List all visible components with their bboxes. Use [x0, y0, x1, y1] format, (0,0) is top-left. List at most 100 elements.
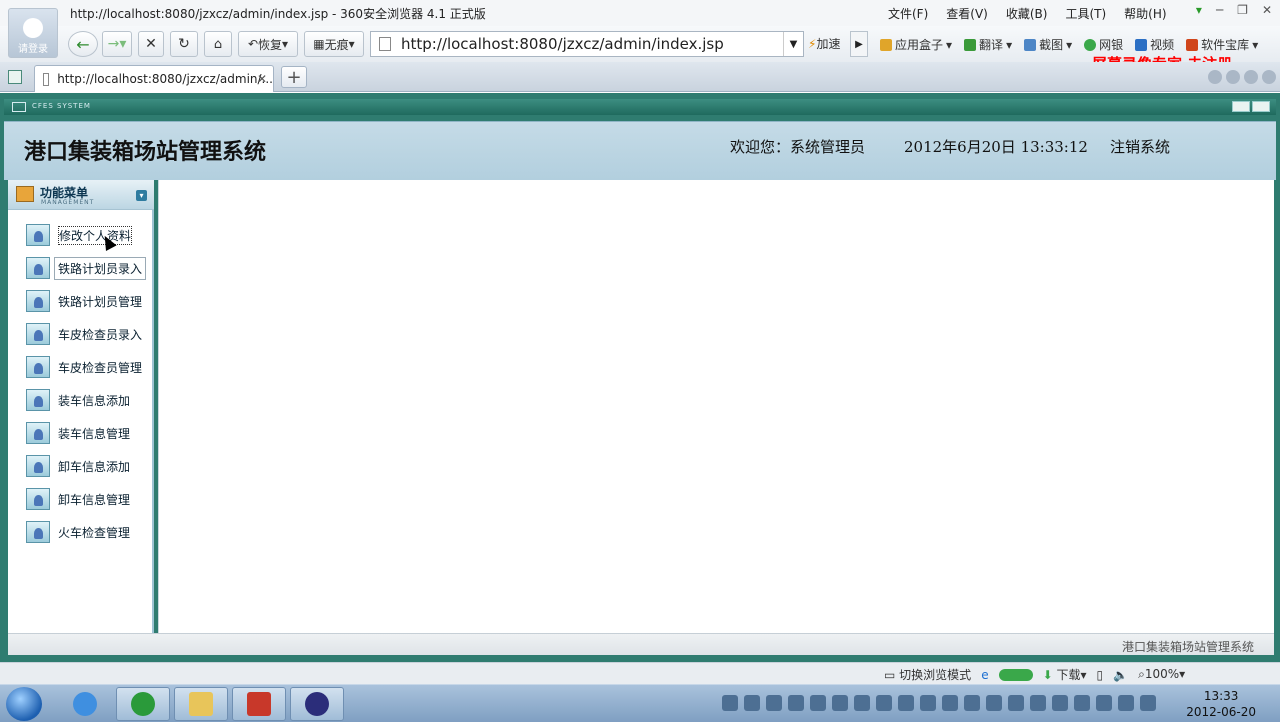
play-button[interactable]: ▶ [850, 31, 868, 57]
tray-app-icon[interactable] [964, 695, 980, 711]
refresh-icon[interactable] [986, 695, 1002, 711]
address-dropdown-icon[interactable]: ▼ [783, 32, 803, 56]
toggle-switch-icon[interactable] [998, 668, 1033, 681]
video-button[interactable]: 视频 [1135, 36, 1174, 53]
toolbar-extensions: 应用盒子 ▾ 翻译 ▾ 截图 ▾ 网银 视频 软件宝库 ▾ [880, 36, 1258, 53]
tab-admin-index[interactable]: http://localhost:8080/jzxcz/admin/... ✕ [34, 65, 274, 92]
software-button[interactable]: 软件宝库 ▾ [1186, 36, 1258, 53]
current-datetime: 2012年6月20日 13:33:12 [904, 138, 1088, 156]
menu-item-label: 装车信息添加 [58, 393, 131, 408]
software-icon [1186, 38, 1199, 51]
menu-help[interactable]: 帮助(H) [1124, 5, 1166, 22]
sidebar-toggle-icon[interactable] [8, 70, 22, 84]
menu-item-rail-planner-manage[interactable]: 铁路计划员管理 [26, 289, 142, 313]
qq-icon[interactable] [832, 695, 848, 711]
screenshot-button[interactable]: 截图 ▾ [1024, 36, 1072, 53]
main-content-frame [158, 180, 1274, 633]
page-icon [379, 37, 391, 51]
restore-label: 恢复 [258, 37, 283, 52]
tab-list-icon[interactable] [1244, 70, 1258, 84]
menu-item-rail-planner-add[interactable]: 铁路计划员录入 [26, 256, 147, 280]
switch-mode-button[interactable]: ▭ 切换浏览模式 [884, 666, 971, 683]
menu-item-unloading-add[interactable]: 卸车信息添加 [26, 454, 130, 478]
system-clock[interactable]: 13:33 2012-06-20 [1186, 688, 1256, 720]
user-card-icon [26, 488, 50, 510]
frame-left-icon[interactable] [1232, 101, 1250, 112]
toolbox-icon [247, 692, 271, 716]
address-bar[interactable]: http://localhost:8080/jzxcz/admin/index.… [370, 31, 804, 57]
menu-item-wagon-inspector-manage[interactable]: 车皮检查员管理 [26, 355, 142, 379]
netbank-label: 网银 [1099, 38, 1124, 52]
ie-icon[interactable]: e [981, 668, 988, 682]
menu-tools[interactable]: 工具(T) [1065, 5, 1106, 22]
tray-app-icon[interactable] [876, 695, 892, 711]
menu-favorites[interactable]: 收藏(B) [1006, 5, 1048, 22]
home-button[interactable]: ⌂ [204, 31, 232, 57]
flag-icon[interactable] [1074, 695, 1090, 711]
clock-time: 13:33 [1203, 689, 1239, 703]
collapse-icon[interactable]: ▾ [136, 190, 147, 201]
translate-button[interactable]: 翻译 ▾ [964, 36, 1012, 53]
menu-item-train-inspection-manage[interactable]: 火车检查管理 [26, 520, 130, 544]
frame-right-icon[interactable] [1252, 101, 1270, 112]
tray-app-icon[interactable] [1030, 695, 1046, 711]
qq-icon[interactable] [788, 695, 804, 711]
minimize-icon[interactable]: ─ [1216, 3, 1223, 17]
network-icon[interactable] [1118, 695, 1134, 711]
zoom-control[interactable]: ⌕100%▾ [1138, 667, 1185, 682]
taskbar-explorer[interactable] [174, 687, 228, 721]
refresh-button[interactable]: ↻ [170, 31, 198, 57]
tray-app-icon[interactable] [1052, 695, 1068, 711]
stop-button[interactable]: ✕ [138, 31, 164, 57]
menu-item-loading-manage[interactable]: 装车信息管理 [26, 421, 130, 445]
maximize-icon[interactable]: ❐ [1237, 3, 1248, 17]
incognito-button[interactable]: ▦ 无痕 ▾ [304, 31, 364, 57]
user-card-icon [26, 422, 50, 444]
restore-button[interactable]: ↶ 恢复 ▾ [238, 31, 298, 57]
menu-item-edit-profile[interactable]: 修改个人资料 [26, 223, 133, 247]
qq-icon[interactable] [766, 695, 782, 711]
menu-file[interactable]: 文件(F) [888, 5, 928, 22]
tray-app-icon[interactable] [1096, 695, 1112, 711]
login-avatar[interactable]: 请登录 [8, 8, 58, 58]
security-icon[interactable] [942, 695, 958, 711]
ie-icon [73, 692, 97, 716]
netbank-button[interactable]: 网银 [1084, 36, 1123, 53]
tab-next-icon[interactable] [1226, 70, 1240, 84]
menu-item-loading-add[interactable]: 装车信息添加 [26, 388, 130, 412]
taskbar-eclipse[interactable] [290, 687, 344, 721]
tab-close-all-icon[interactable] [1262, 70, 1276, 84]
qq-icon[interactable] [854, 695, 870, 711]
menu-box-icon [16, 186, 34, 202]
skin-icon[interactable]: ▾ [1196, 3, 1202, 17]
tray-app-icon[interactable] [898, 695, 914, 711]
shield-icon[interactable] [920, 695, 936, 711]
translate-label: 翻译 [979, 38, 1004, 52]
menu-item-label: 修改个人资料 [58, 225, 133, 245]
forward-button[interactable]: →▾ [102, 31, 132, 57]
new-tab-button[interactable]: + [281, 66, 307, 88]
tab-close-icon[interactable]: ✕ [257, 72, 267, 86]
menu-view[interactable]: 查看(V) [946, 5, 988, 22]
back-button[interactable]: ← [68, 31, 98, 57]
close-icon[interactable]: ✕ [1262, 3, 1272, 17]
tab-prev-icon[interactable] [1208, 70, 1222, 84]
taskbar-ie[interactable] [58, 687, 112, 721]
app-box-button[interactable]: 应用盒子 ▾ [880, 36, 952, 53]
volume-icon[interactable]: 🔈 [1113, 668, 1128, 682]
download-button[interactable]: ⬇ 下载▾ [1043, 666, 1087, 683]
volume-icon[interactable] [1140, 695, 1156, 711]
speedup-button[interactable]: ⚡加速 [808, 35, 840, 52]
keyboard-icon[interactable] [722, 695, 738, 711]
logout-link[interactable]: 注销系统 [1110, 136, 1170, 157]
tray-app-icon[interactable] [1008, 695, 1024, 711]
taskbar-toolbox[interactable] [232, 687, 286, 721]
zoom-level: 100% [1144, 667, 1180, 681]
menu-item-wagon-inspector-add[interactable]: 车皮检查员录入 [26, 322, 142, 346]
taskbar-360-browser[interactable] [116, 687, 170, 721]
menu-item-unloading-manage[interactable]: 卸车信息管理 [26, 487, 130, 511]
app-box-icon [880, 38, 892, 51]
start-button[interactable] [6, 687, 42, 721]
qq-icon[interactable] [744, 695, 760, 711]
qq-icon[interactable] [810, 695, 826, 711]
